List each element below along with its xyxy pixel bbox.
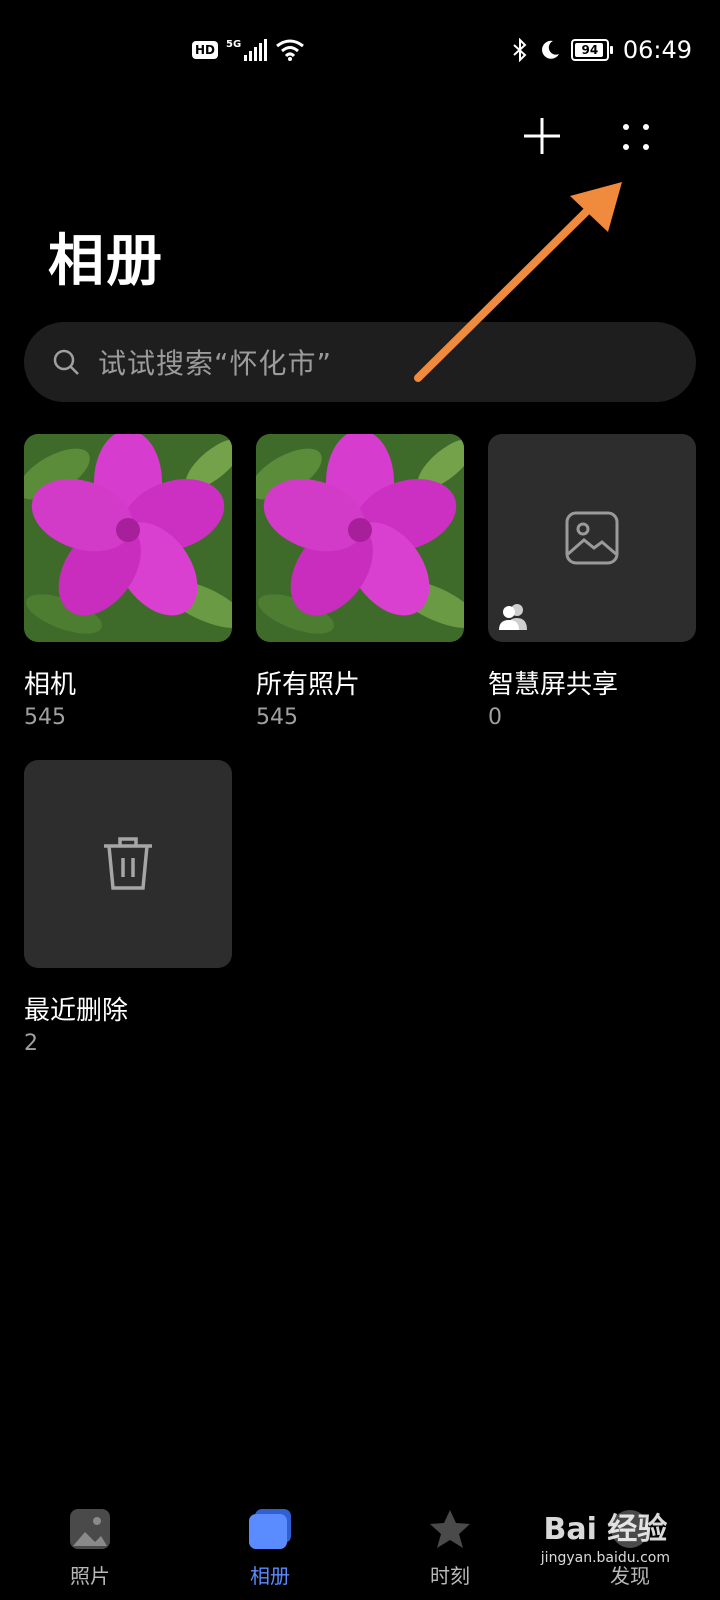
status-left: HD 5G: [192, 38, 305, 62]
more-options-button[interactable]: [612, 112, 660, 160]
album-thumbnail: [24, 434, 232, 642]
album-name: 智慧屏共享: [488, 670, 619, 700]
album-count: 0: [488, 705, 502, 730]
search-bar[interactable]: 试试搜索“怀化市”: [24, 322, 696, 402]
tab-photos[interactable]: 照片: [30, 1508, 150, 1589]
bluetooth-icon: [513, 38, 527, 62]
shared-user-icon: [499, 604, 527, 630]
network-type: 5G: [226, 39, 242, 50]
album-icon: [249, 1509, 291, 1549]
album-name: 最近删除: [24, 996, 129, 1026]
battery-percent: 94: [581, 43, 599, 57]
watermark-brand: Bai 经验: [543, 1512, 668, 1547]
album-smart-screen-share[interactable]: 智慧屏共享 0: [488, 434, 696, 730]
plus-icon: [524, 118, 560, 154]
image-placeholder-icon: [565, 511, 619, 565]
album-thumbnail: [24, 760, 232, 968]
status-right: 94 06:49: [511, 36, 692, 64]
baidu-watermark: Bai 经验 jingyan.baidu.com: [541, 1504, 670, 1566]
album-count: 2: [24, 1031, 38, 1056]
album-recently-deleted[interactable]: 最近删除 2: [24, 760, 232, 1056]
wifi-icon: [276, 39, 305, 61]
page-title: 相册: [48, 229, 164, 294]
album-name: 所有照片: [256, 670, 361, 700]
album-name: 相机: [24, 670, 77, 700]
star-icon: [430, 1510, 470, 1548]
album-all-photos[interactable]: 所有照片 545: [256, 434, 464, 730]
album-count: 545: [24, 705, 66, 730]
album-count: 545: [256, 705, 298, 730]
hd-badge: HD: [192, 41, 219, 59]
tab-label: 相册: [250, 1564, 290, 1588]
album-thumbnail: [256, 434, 464, 642]
album-camera[interactable]: 相机 545: [24, 434, 232, 730]
tab-label: 时刻: [430, 1564, 470, 1588]
flower-photo: [24, 434, 232, 642]
watermark-url: jingyan.baidu.com: [540, 1550, 670, 1566]
album-thumbnail: [488, 434, 696, 642]
photo-icon: [70, 1509, 110, 1549]
search-placeholder: 试试搜索“怀化市”: [98, 347, 333, 380]
trash-icon: [104, 837, 152, 890]
search-icon: [53, 349, 79, 375]
status-bar: HD 5G 94 06:49: [0, 0, 720, 100]
tab-label: 照片: [70, 1564, 110, 1588]
clock: 06:49: [622, 36, 692, 64]
add-album-button[interactable]: [518, 112, 566, 160]
tab-moments[interactable]: 时刻: [390, 1508, 510, 1589]
tab-albums[interactable]: 相册: [210, 1508, 330, 1589]
flower-photo: [256, 434, 464, 642]
moon-icon: [541, 40, 559, 59]
battery-indicator: 94: [570, 39, 613, 61]
more-dots-icon: [623, 124, 649, 150]
cellular-signal-icon: 5G: [226, 39, 268, 61]
